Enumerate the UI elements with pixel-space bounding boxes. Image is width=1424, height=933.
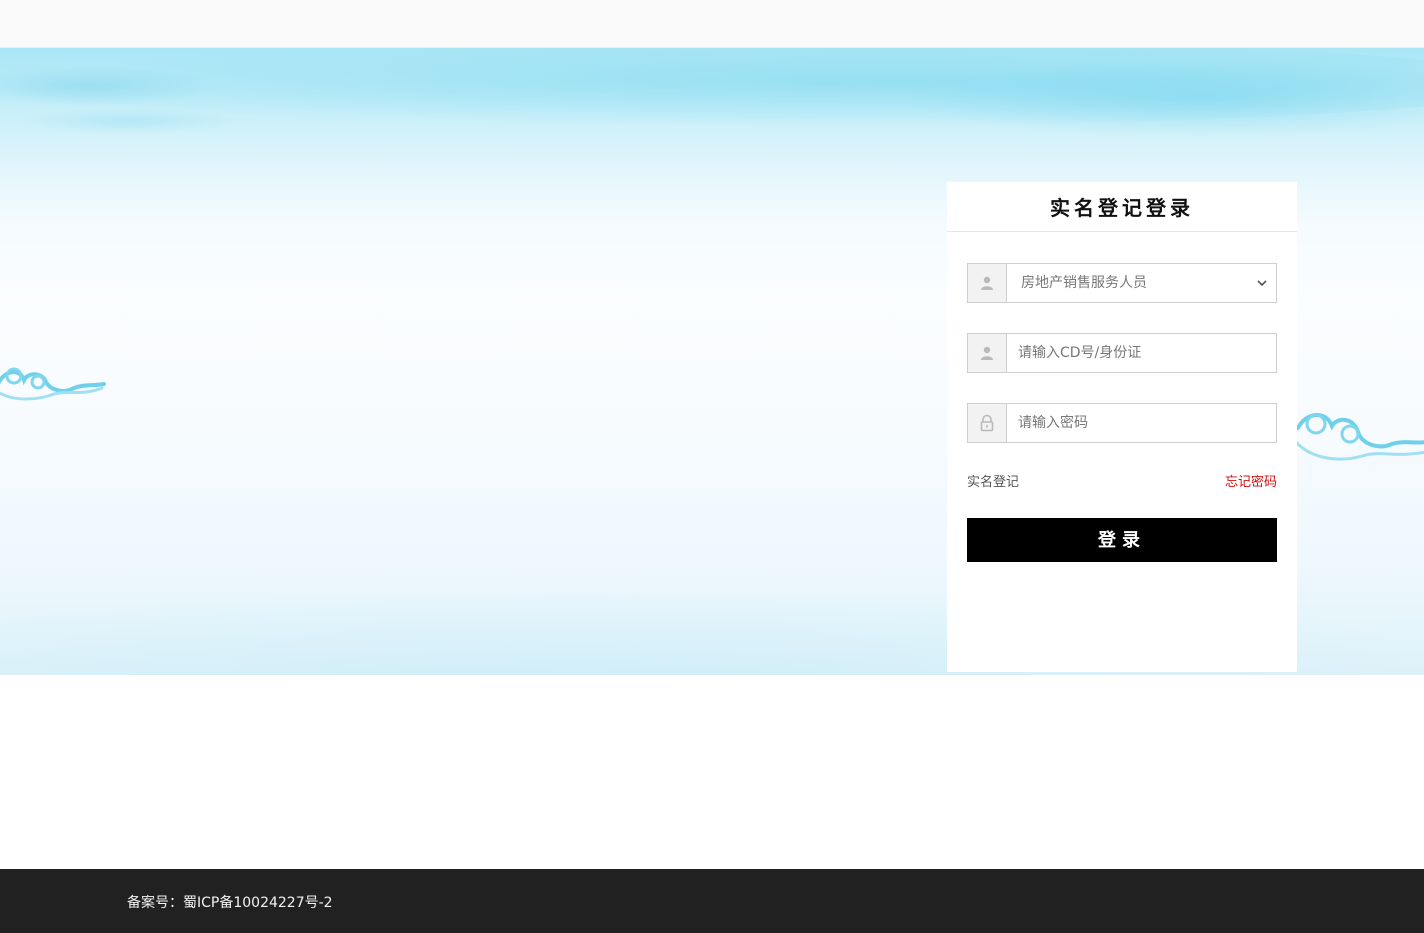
sky-streak xyxy=(900,58,1424,138)
register-link[interactable]: 实名登记 xyxy=(967,471,1019,490)
chevron-down-icon xyxy=(1257,280,1267,287)
decorative-cloud-right xyxy=(1294,413,1424,461)
role-select[interactable]: 房地产销售服务人员 xyxy=(967,263,1277,303)
sky-streak xyxy=(20,108,240,134)
decorative-cloud-left xyxy=(0,367,106,401)
login-links: 实名登记 忘记密码 xyxy=(967,471,1277,491)
forgot-password-link[interactable]: 忘记密码 xyxy=(1225,471,1277,490)
id-number-placeholder: 请输入CD号/身份证 xyxy=(1018,345,1142,361)
login-card: 实名登记登录 房地产销售服务人员 请输入CD号/身份证 请输入密码 实名登记 忘… xyxy=(947,182,1297,672)
login-title: 实名登记登录 xyxy=(947,182,1297,232)
password-field[interactable]: 请输入密码 xyxy=(967,403,1277,443)
login-button[interactable]: 登录 xyxy=(967,518,1277,562)
user-icon xyxy=(968,264,1007,302)
icp-record: 备案号：蜀ICP备10024227号-2 xyxy=(127,895,333,911)
user-icon xyxy=(968,334,1007,372)
footer: 备案号：蜀ICP备10024227号-2 xyxy=(0,869,1424,933)
lock-icon xyxy=(968,404,1007,442)
password-placeholder: 请输入密码 xyxy=(1018,415,1088,431)
role-select-value: 房地产销售服务人员 xyxy=(1021,275,1147,291)
top-bar xyxy=(0,0,1424,48)
id-number-field[interactable]: 请输入CD号/身份证 xyxy=(967,333,1277,373)
